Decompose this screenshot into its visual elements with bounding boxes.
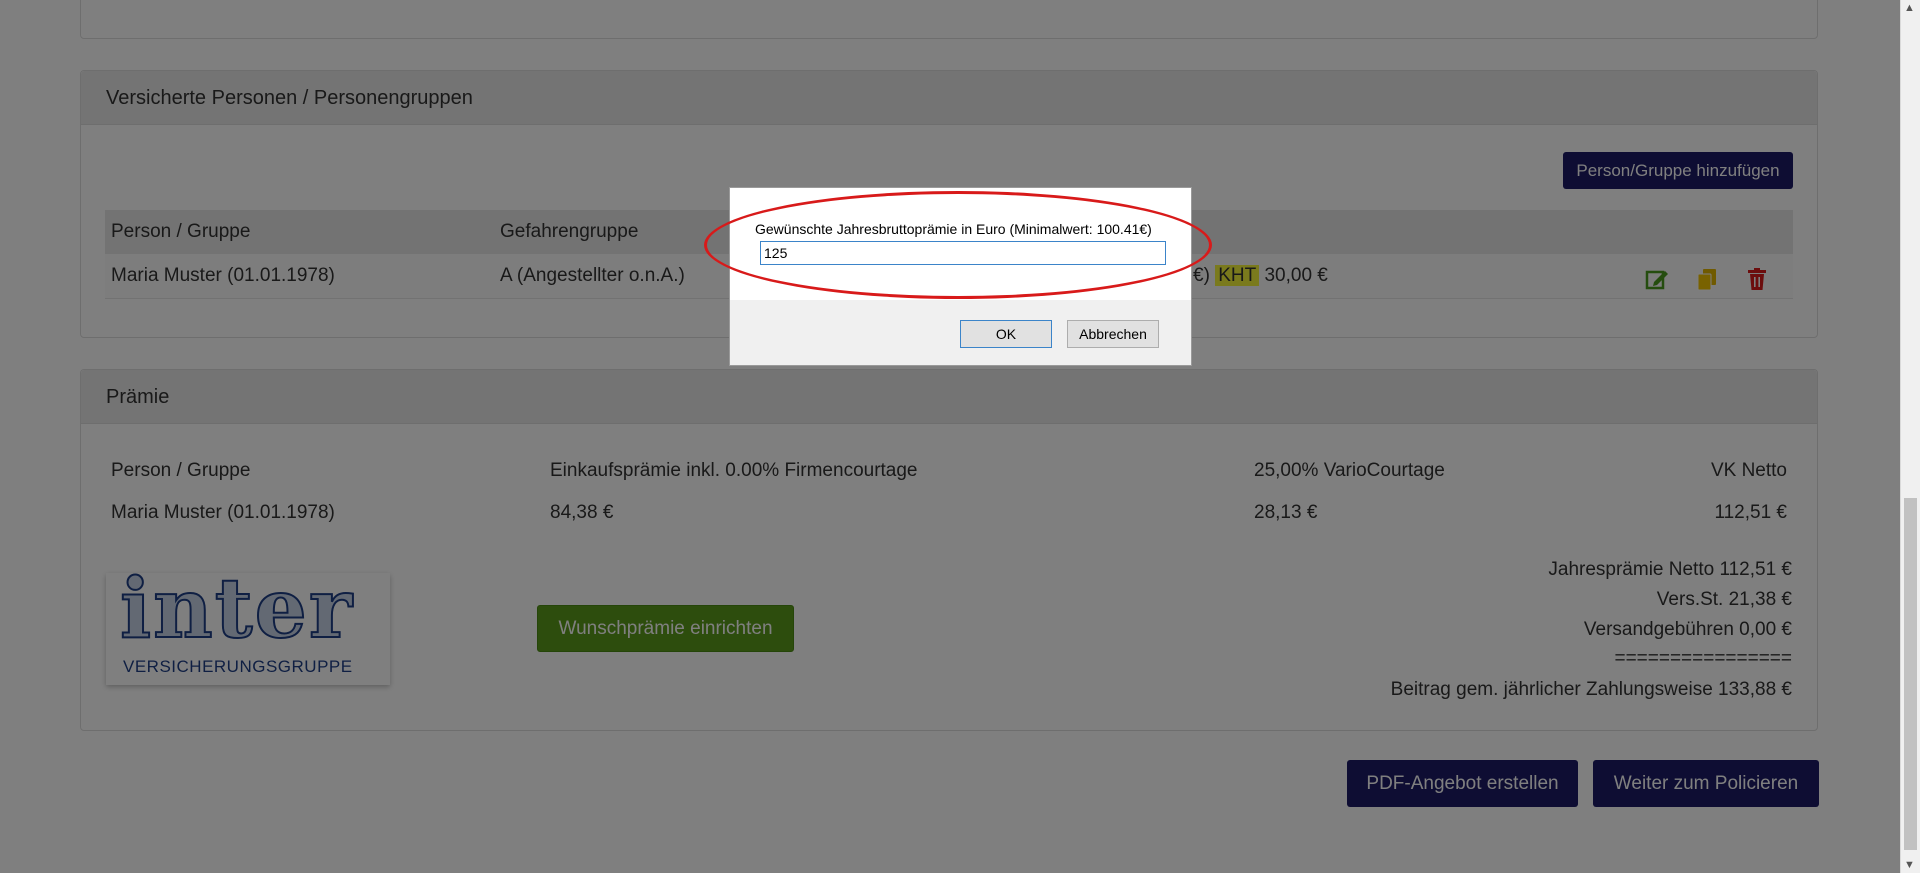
dialog-footer: OK Abbrechen bbox=[730, 300, 1191, 365]
dialog-prompt-label: Gewünschte Jahresbruttoprämie in Euro (M… bbox=[755, 221, 1152, 237]
dialog-body: Gewünschte Jahresbruttoprämie in Euro (M… bbox=[730, 188, 1191, 300]
prompt-dialog: Gewünschte Jahresbruttoprämie in Euro (M… bbox=[729, 187, 1192, 366]
scroll-up-icon[interactable]: ▲ bbox=[1904, 2, 1915, 14]
scrollbar[interactable]: ▲ ▼ bbox=[1900, 0, 1920, 873]
ok-button[interactable]: OK bbox=[960, 320, 1052, 348]
scroll-thumb[interactable] bbox=[1904, 498, 1917, 850]
premium-input[interactable] bbox=[760, 241, 1166, 265]
modal-overlay bbox=[0, 0, 1920, 873]
scroll-down-icon[interactable]: ▼ bbox=[1904, 859, 1915, 871]
cancel-button[interactable]: Abbrechen bbox=[1067, 320, 1159, 348]
